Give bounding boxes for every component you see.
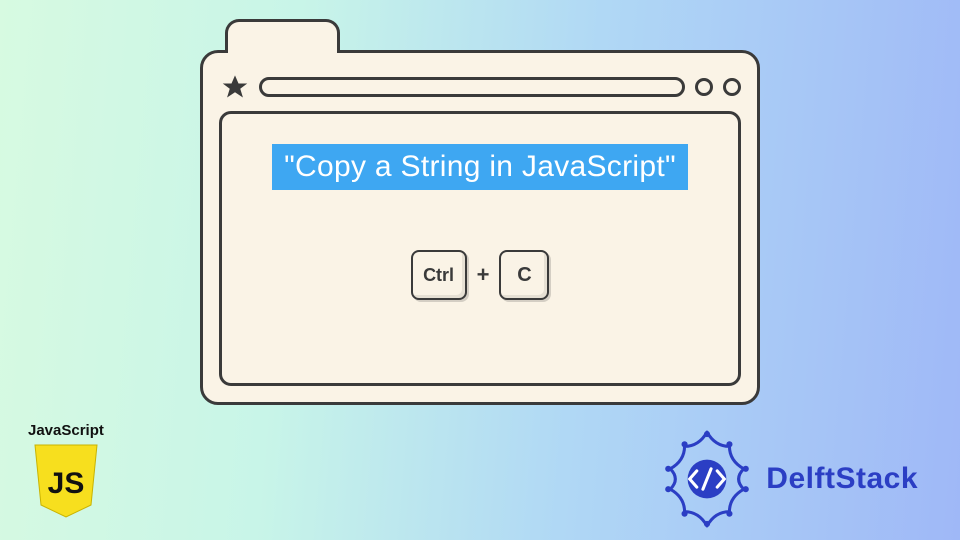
- browser-tab-notch: [225, 19, 340, 53]
- highlighted-string: "Copy a String in JavaScript": [272, 144, 688, 190]
- plus-icon: +: [477, 262, 490, 288]
- javascript-label: JavaScript: [28, 422, 104, 439]
- address-bar[interactable]: [259, 77, 685, 97]
- javascript-badge: JavaScript JS: [28, 422, 104, 526]
- window-button-2[interactable]: [723, 78, 741, 96]
- browser-window: "Copy a String in JavaScript" Ctrl + C: [200, 50, 760, 405]
- ctrl-key-icon: Ctrl: [411, 250, 467, 300]
- browser-toolbar: [203, 53, 757, 111]
- keyboard-shortcut: Ctrl + C: [411, 250, 550, 300]
- delftstack-brand-text: DelftStack: [766, 462, 918, 496]
- bookmark-star-icon: [221, 73, 249, 101]
- delftstack-ornament-icon: [656, 428, 758, 530]
- browser-content: "Copy a String in JavaScript" Ctrl + C: [219, 111, 741, 386]
- c-key-icon: C: [499, 250, 549, 300]
- javascript-shield-icon: JS: [31, 443, 101, 521]
- delftstack-logo: DelftStack: [656, 428, 918, 530]
- window-button-1[interactable]: [695, 78, 713, 96]
- js-shield-text: JS: [48, 467, 85, 500]
